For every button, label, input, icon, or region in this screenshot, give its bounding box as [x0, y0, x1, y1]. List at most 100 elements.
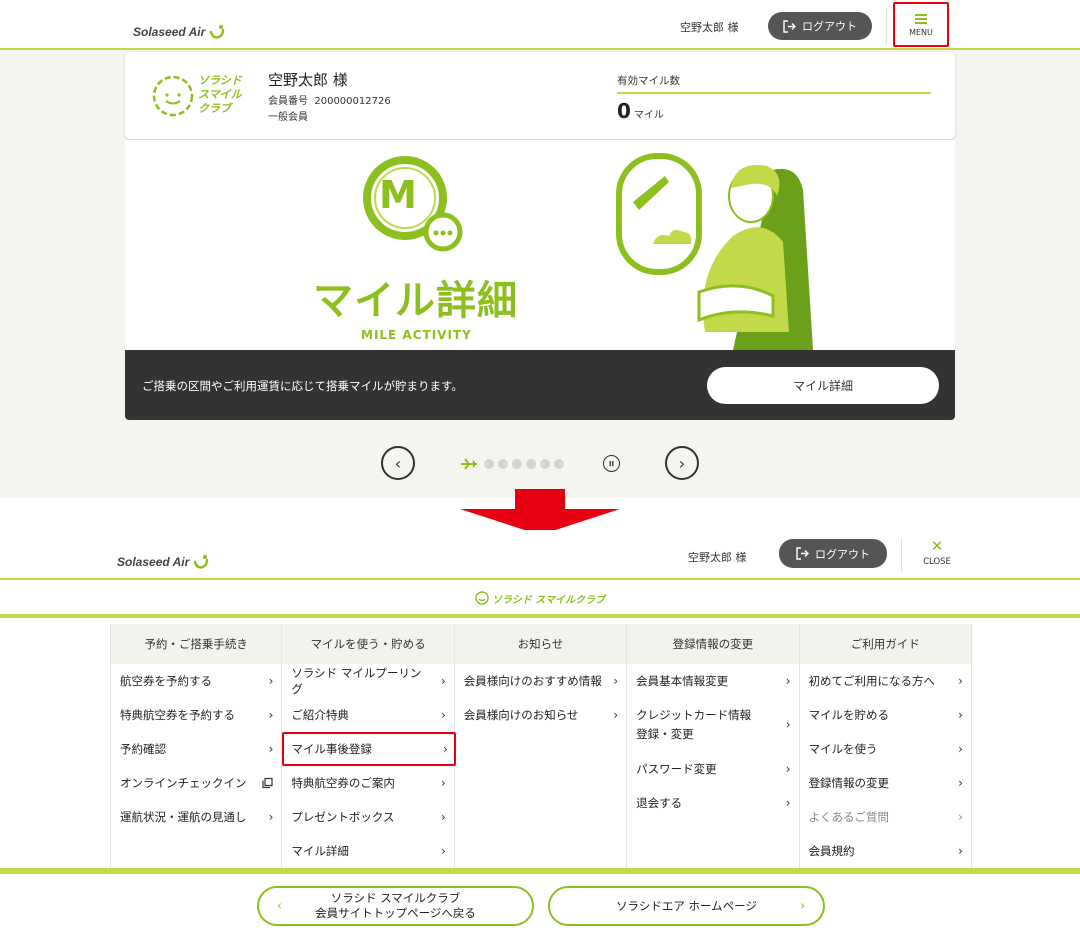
- banner-caption-bar: ご搭乗の区間やご利用運賃に応じて搭乗マイルが貯まります。 マイル詳細: [125, 350, 955, 420]
- passenger-illustration: [616, 153, 813, 350]
- smile-logo-icon: [210, 25, 225, 39]
- menu-item-recommended-info[interactable]: 会員様向けのおすすめ情報 ›: [455, 664, 626, 698]
- chevron-right-icon: ›: [442, 742, 448, 756]
- miles-unit: マイル: [633, 110, 664, 121]
- user-name: 空野太郎 様: [688, 551, 747, 564]
- logout-button[interactable]: ログアウト: [779, 539, 887, 568]
- chevron-right-icon: ›: [785, 796, 791, 810]
- menu-item-credit-card[interactable]: クレジットカード情報 登録・変更 ›: [627, 698, 798, 752]
- menu-item-label: よくあるご質問: [808, 810, 890, 824]
- banner-mile-detail-button[interactable]: マイル詳細: [707, 367, 939, 404]
- menu-item-basic-info-change[interactable]: 会員基本情報変更 ›: [627, 664, 798, 698]
- smile-club-logo-text: ソラシド スマイル クラブ: [198, 74, 242, 116]
- chevron-right-icon: ›: [440, 844, 446, 858]
- chevron-right-icon: ›: [785, 762, 791, 776]
- chevron-right-icon: ›: [268, 708, 274, 722]
- homepage-button[interactable]: ソラシドエア ホームページ ›: [548, 886, 825, 926]
- menu-column-booking: 予約・ご搭乗手続き 航空券を予約する › 特典航空券を予約する › 予約確認 › オン…: [110, 624, 283, 868]
- menu-item-label: 運航状況・運航の見通し: [120, 810, 247, 824]
- back-to-club-top-button[interactable]: ‹ ソラシド スマイルクラブ 会員サイトトップページへ戻る: [257, 886, 534, 926]
- menu-item-label: プレゼントボックス: [291, 810, 395, 824]
- menu-item-earn-miles[interactable]: マイルを貯める ›: [800, 698, 971, 732]
- menu-item-present-box[interactable]: プレゼントボックス ›: [282, 800, 453, 834]
- menu-column-account: 登録情報の変更 会員基本情報変更 › クレジットカード情報 登録・変更 › パスワ…: [627, 624, 800, 868]
- menu-item-mile-detail[interactable]: マイル詳細 ›: [282, 834, 453, 868]
- chevron-right-icon: ›: [800, 898, 805, 913]
- menu-item-registration-change[interactable]: 登録情報の変更 ›: [800, 766, 971, 800]
- menu-column-news: お知らせ 会員様向けのおすすめ情報 › 会員様向けのお知らせ ›: [454, 624, 628, 868]
- carousel-dot[interactable]: [554, 459, 564, 469]
- smile-club-icon: [475, 591, 489, 605]
- site-logo[interactable]: Solaseed Air: [133, 24, 225, 40]
- banner-title: マイル詳細: [313, 278, 518, 324]
- carousel-dot[interactable]: [512, 459, 522, 469]
- banner-subtitle: MILE ACTIVITY: [361, 328, 472, 342]
- chevron-right-icon: ›: [268, 674, 274, 688]
- logo-line-2: スマイル: [198, 88, 242, 101]
- transition-arrow-icon: [460, 489, 620, 535]
- carousel-dot[interactable]: [484, 459, 494, 469]
- back-button-line-2: 会員サイトトップページへ戻る: [315, 906, 476, 920]
- site-logo[interactable]: Solaseed Air: [117, 554, 209, 570]
- menu-item-label: 予約確認: [120, 742, 166, 756]
- column-heading: 予約・ご搭乗手続き: [111, 624, 282, 664]
- badge-letter: M: [379, 173, 417, 217]
- menu-item-member-notices[interactable]: 会員様向けのお知らせ ›: [455, 698, 626, 732]
- menu-item-label: 航空券を予約する: [120, 674, 212, 688]
- menu-item-label: 会員様向けのお知らせ: [463, 708, 579, 722]
- carousel-prev-button[interactable]: ‹: [381, 446, 415, 480]
- carousel-dot[interactable]: [526, 459, 536, 469]
- menu-item-flight-status[interactable]: 運航状況・運航の見通し ›: [111, 800, 281, 834]
- chevron-right-icon: ›: [613, 674, 619, 688]
- menu-item-use-miles[interactable]: マイルを使う ›: [800, 732, 971, 766]
- menu-item-faq[interactable]: よくあるご質問 ›: [800, 800, 971, 834]
- menu-item-label-line-2: 登録・変更: [636, 727, 694, 741]
- menu-item-label: パスワード変更: [636, 762, 717, 776]
- chevron-right-icon: ›: [440, 810, 446, 824]
- menu-item-label: マイルを使う: [808, 742, 878, 756]
- menu-item-terms[interactable]: 会員規約 ›: [800, 834, 971, 868]
- smile-club-band[interactable]: ソラシド スマイルクラブ: [0, 582, 1080, 618]
- menu-item-reservation-check[interactable]: 予約確認 ›: [111, 732, 281, 766]
- close-button[interactable]: ✕ CLOSE: [915, 538, 959, 574]
- column-heading: 登録情報の変更: [627, 624, 799, 664]
- menu-item-award-ticket-guide[interactable]: 特典航空券のご案内 ›: [282, 766, 453, 800]
- menu-item-mile-pooling[interactable]: ソラシド マイルプーリング ›: [282, 664, 453, 698]
- chevron-right-icon: ›: [785, 717, 791, 732]
- menu-item-online-checkin[interactable]: オンラインチェックイン: [111, 766, 281, 800]
- logo-line-3: クラブ: [198, 102, 231, 115]
- member-number: 200000012726: [314, 96, 391, 107]
- carousel-pause-button[interactable]: II: [603, 455, 620, 472]
- carousel-dot[interactable]: [498, 459, 508, 469]
- menu-header: Solaseed Air 空野太郎 様 ログアウト ✕ CLOSE: [0, 530, 1080, 580]
- chevron-right-icon: ›: [268, 810, 274, 824]
- header-divider: [886, 8, 887, 44]
- menu-item-label: オンラインチェックイン: [120, 776, 247, 790]
- logout-icon: [796, 547, 809, 560]
- menu-item-label: 会員様向けのおすすめ情報: [463, 674, 602, 688]
- menu-button[interactable]: MENU: [893, 2, 949, 47]
- menu-item-label: 特典航空券のご案内: [291, 776, 395, 790]
- logo-text: Solaseed Air: [117, 555, 190, 569]
- menu-footer: ‹ ソラシド スマイルクラブ 会員サイトトップページへ戻る ソラシドエア ホーム…: [0, 874, 1080, 936]
- menu-item-withdraw[interactable]: 退会する ›: [627, 786, 798, 820]
- menu-item-book-award-ticket[interactable]: 特典航空券を予約する ›: [111, 698, 281, 732]
- menu-item-label: 会員基本情報変更: [636, 674, 729, 688]
- menu-item-retro-mile-registration[interactable]: マイル事後登録 ›: [282, 732, 456, 766]
- promo-banner[interactable]: M マイル詳細 MILE ACTIVITY: [125, 140, 955, 350]
- chevron-right-icon: ›: [785, 674, 791, 688]
- menu-item-password-change[interactable]: パスワード変更 ›: [627, 752, 798, 786]
- menu-item-label: マイル詳細: [291, 844, 349, 858]
- carousel-dot[interactable]: [540, 459, 550, 469]
- carousel-next-button[interactable]: ›: [665, 446, 699, 480]
- chevron-right-icon: ›: [958, 810, 963, 824]
- chevron-right-icon: ›: [958, 742, 963, 756]
- chevron-right-icon: ›: [440, 674, 446, 688]
- menu-item-label: ご紹介特典: [291, 708, 349, 722]
- menu-item-referral-benefit[interactable]: ご紹介特典 ›: [282, 698, 453, 732]
- logout-button[interactable]: ログアウト: [768, 12, 872, 40]
- menu-item-book-ticket[interactable]: 航空券を予約する ›: [111, 664, 281, 698]
- menu-item-label: 退会する: [636, 796, 683, 810]
- menu-item-first-time[interactable]: 初めてご利用になる方へ ›: [800, 664, 971, 698]
- logout-label: ログアウト: [802, 20, 857, 33]
